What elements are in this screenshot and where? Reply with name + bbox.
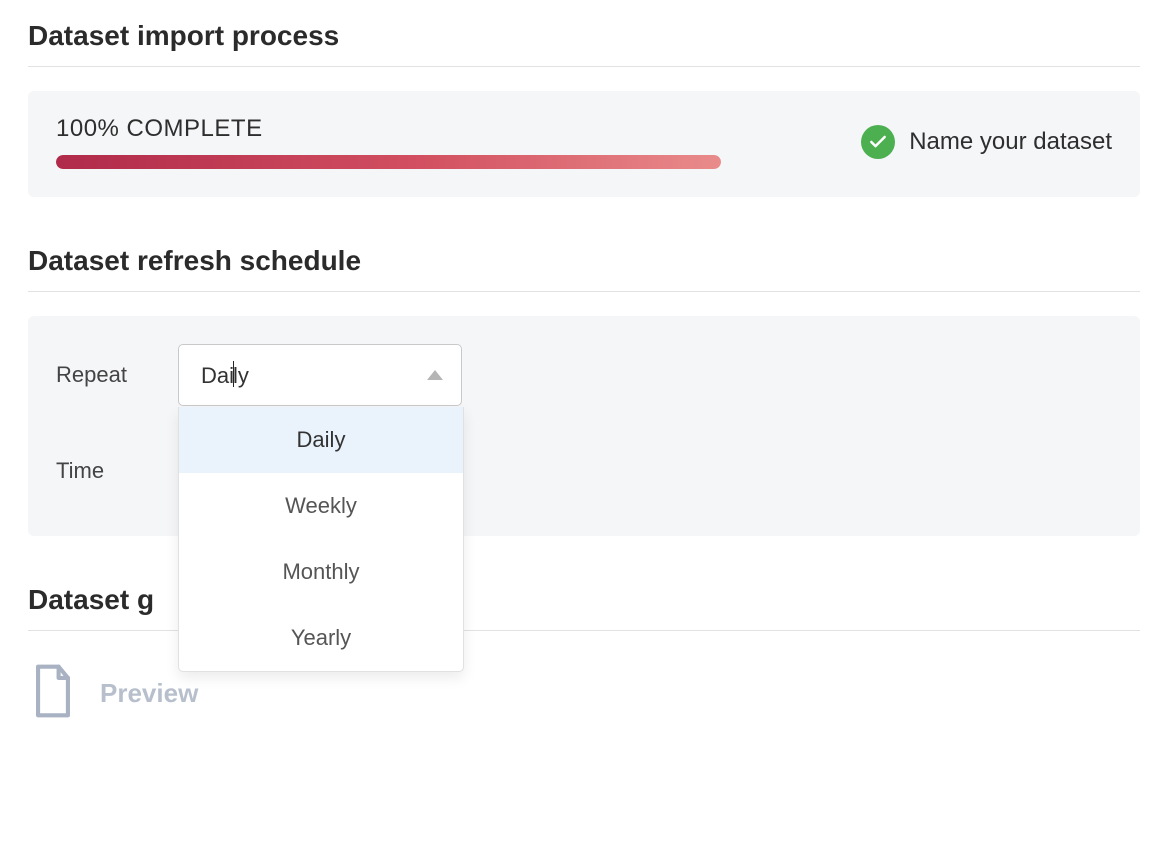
import-panel: 100% COMPLETE Name your dataset <box>28 91 1140 197</box>
repeat-select-value: Daily <box>201 361 249 389</box>
section-title-import: Dataset import process <box>28 20 1140 52</box>
progress-bar <box>56 155 721 169</box>
divider <box>28 66 1140 67</box>
text-caret <box>233 361 234 387</box>
divider <box>28 291 1140 292</box>
repeat-option-daily[interactable]: Daily <box>179 407 463 473</box>
repeat-option-yearly[interactable]: Yearly <box>179 605 463 671</box>
progress-fill <box>56 155 721 169</box>
preview-label: Preview <box>100 678 198 709</box>
status-text: Name your dataset <box>909 128 1112 156</box>
repeat-label: Repeat <box>56 362 142 388</box>
progress-wrap: 100% COMPLETE <box>56 115 821 169</box>
progress-label: 100% COMPLETE <box>56 115 821 143</box>
repeat-option-monthly[interactable]: Monthly <box>179 539 463 605</box>
check-circle-icon <box>861 125 895 159</box>
caret-up-icon <box>427 370 443 380</box>
repeat-option-weekly[interactable]: Weekly <box>179 473 463 539</box>
schedule-panel: Repeat Daily Daily Weekly Monthly Yearly… <box>28 316 1140 536</box>
time-label: Time <box>56 458 142 484</box>
repeat-dropdown: Daily Weekly Monthly Yearly <box>178 407 464 672</box>
status-block: Name your dataset <box>861 125 1112 159</box>
section-title-schedule: Dataset refresh schedule <box>28 245 1140 277</box>
repeat-select[interactable]: Daily Daily Weekly Monthly Yearly <box>178 344 462 406</box>
repeat-row: Repeat Daily Daily Weekly Monthly Yearly <box>56 344 1112 406</box>
document-icon <box>30 663 76 724</box>
